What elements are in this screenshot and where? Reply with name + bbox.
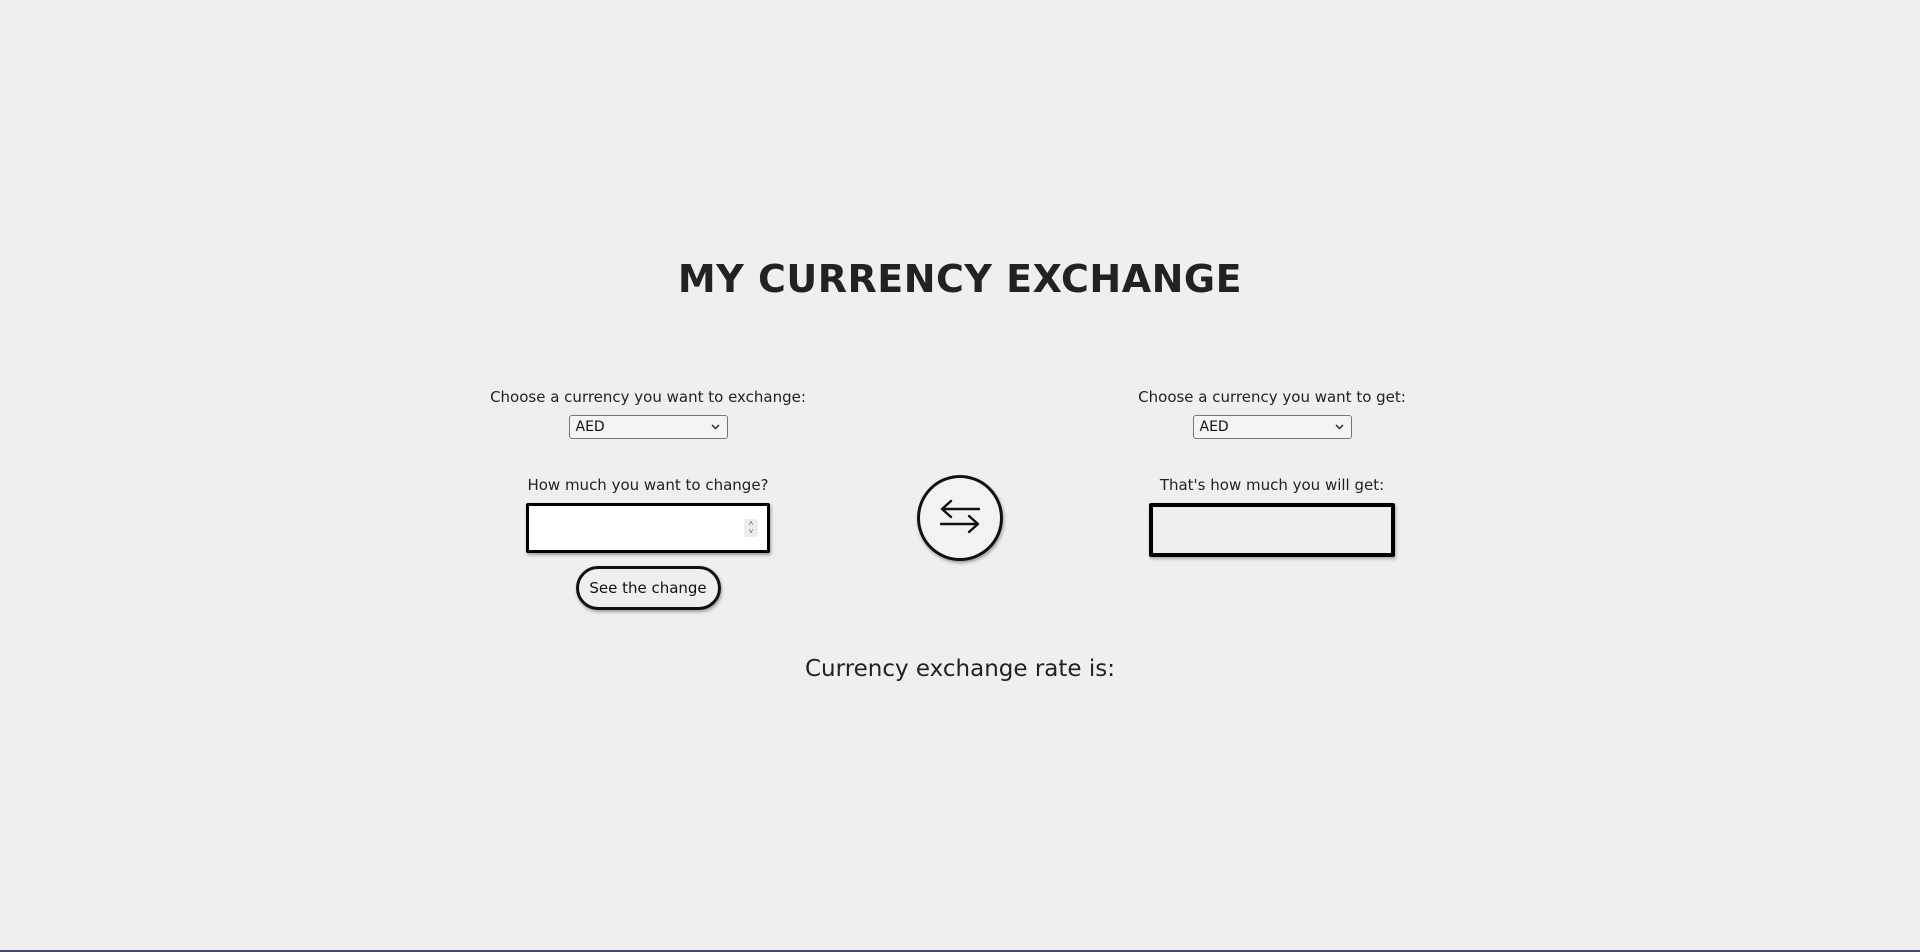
see-change-button[interactable]: See the change — [575, 566, 721, 610]
spinner-down-icon[interactable]: ˅ — [749, 528, 754, 536]
amount-input-box: ˄ ˅ — [526, 503, 770, 553]
from-section: Choose a currency you want to exchange: … — [448, 387, 848, 610]
from-currency-value: AED — [575, 419, 605, 435]
page: MY CURRENCY EXCHANGE Choose a currency y… — [0, 0, 1920, 952]
chevron-down-icon — [1335, 422, 1345, 432]
to-currency-select[interactable]: AED — [1192, 415, 1352, 439]
exchange-rate-text: Currency exchange rate is: — [805, 656, 1115, 682]
to-section: Choose a currency you want to get: AED T… — [1072, 387, 1472, 557]
result-label: That's how much you will get: — [1159, 476, 1385, 494]
amount-input[interactable] — [533, 510, 727, 548]
chevron-down-icon — [711, 422, 721, 432]
swap-arrows-icon — [937, 496, 983, 541]
from-currency-label: Choose a currency you want to exchange: — [490, 388, 806, 406]
from-currency-select[interactable]: AED — [568, 415, 728, 439]
to-currency-label: Choose a currency you want to get: — [1138, 388, 1406, 406]
to-currency-value: AED — [1199, 419, 1229, 435]
page-title: MY CURRENCY EXCHANGE — [677, 257, 1243, 301]
amount-label: How much you want to change? — [527, 476, 769, 494]
number-spinner[interactable]: ˄ ˅ — [744, 519, 758, 537]
swap-button[interactable] — [917, 475, 1003, 561]
result-output — [1149, 503, 1395, 557]
